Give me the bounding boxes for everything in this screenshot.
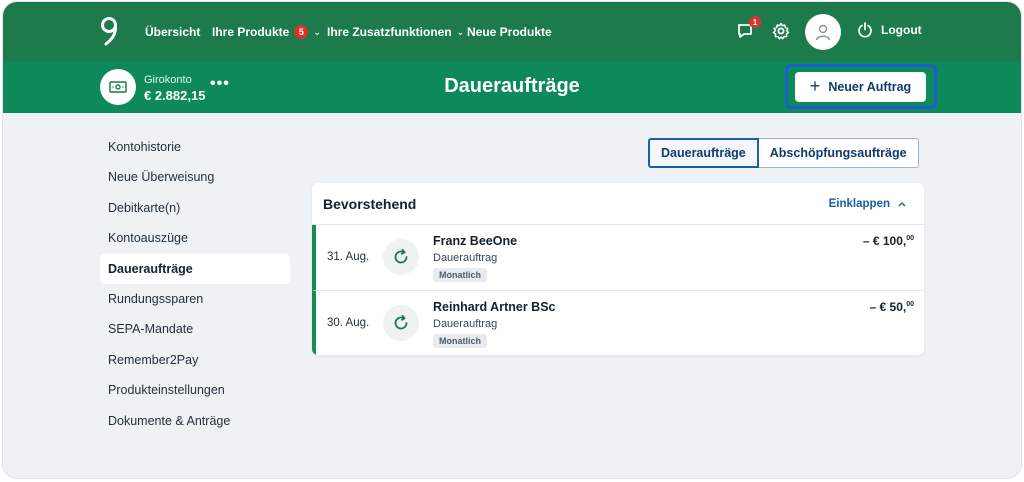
frequency-badge: Monatlich [433, 268, 487, 282]
recurring-arrow-icon [394, 248, 408, 264]
top-navigation: Übersicht Ihre Produkte 5 ⌄ Ihre Zusatzf… [3, 2, 1021, 61]
tab-sweep-orders[interactable]: Abschöpfungsaufträge [758, 138, 919, 168]
order-date: 31. Aug. [327, 251, 370, 263]
user-icon [815, 24, 831, 41]
collapse-label: Einklappen [828, 198, 890, 210]
nav-item-new-products[interactable]: Neue Produkte [467, 25, 552, 39]
notification-badge: 1 [749, 16, 761, 28]
order-type-tabs: Daueraufträge Abschöpfungsaufträge [648, 138, 919, 168]
settings-button[interactable] [772, 22, 790, 40]
nav-item-overview[interactable]: Übersicht [145, 25, 200, 39]
nav-item-products[interactable]: Ihre Produkte 5 ⌄ [212, 25, 321, 39]
amount-cents: 00 [906, 301, 914, 308]
list-item[interactable]: 30. Aug. Reinhard Artner BSc Dauerauftra… [312, 290, 924, 355]
amount-cents: 00 [906, 235, 914, 242]
user-avatar[interactable] [805, 14, 841, 50]
collapse-button[interactable]: Einklappen [829, 198, 906, 210]
chevron-down-icon: ⌄ [456, 26, 465, 37]
order-amount: – € 100,00 [863, 234, 914, 248]
new-order-label: Neuer Auftrag [828, 80, 912, 94]
nav-item-additional-functions[interactable]: Ihre Zusatzfunktionen ⌄ [327, 25, 464, 39]
tab-standing-orders[interactable]: Daueraufträge [648, 138, 759, 168]
plus-icon: + [809, 76, 821, 96]
upcoming-orders-card: Bevorstehend Einklappen 31. Aug. Franz B… [312, 183, 924, 355]
recurring-arrow-icon [394, 314, 408, 330]
sidebar-item-round-up-saving[interactable]: Rundungssparen [100, 284, 290, 314]
nav-item-label: Neue Produkte [467, 25, 552, 39]
order-type: Dauerauftrag [433, 252, 498, 264]
nav-item-label: Ihre Produkte [212, 25, 290, 39]
order-date: 30. Aug. [327, 317, 370, 329]
brand-logo-icon[interactable] [98, 16, 122, 48]
sidebar-item-statements[interactable]: Kontoauszüge [100, 223, 290, 253]
logout-label: Logout [881, 23, 922, 37]
recipient-name: Reinhard Artner BSc [433, 300, 556, 314]
sidebar-item-remember2pay[interactable]: Remember2Pay [100, 345, 290, 375]
card-title: Bevorstehend [323, 196, 417, 212]
logout-button[interactable]: Logout [857, 22, 922, 38]
sidebar-item-new-transfer[interactable]: Neue Überweisung [100, 162, 290, 192]
sidebar-menu: Kontohistorie Neue Überweisung Debitkart… [100, 132, 290, 436]
nav-item-label: Ihre Zusatzfunktionen [327, 25, 452, 39]
sidebar-item-account-history[interactable]: Kontohistorie [100, 132, 290, 162]
new-order-button[interactable]: + Neuer Auftrag [795, 72, 926, 102]
power-icon [858, 22, 872, 38]
sidebar-item-documents[interactable]: Dokumente & Anträge [100, 406, 290, 436]
sidebar-item-debit-cards[interactable]: Debitkarte(n) [100, 193, 290, 223]
app-frame: Übersicht Ihre Produkte 5 ⌄ Ihre Zusatzf… [3, 2, 1021, 478]
order-amount: – € 50,00 [870, 300, 915, 314]
list-item[interactable]: 31. Aug. Franz BeeOne Dauerauftrag Monat… [312, 225, 924, 290]
gear-icon [772, 22, 790, 40]
recurring-icon-circle [383, 305, 419, 341]
chevron-down-icon: ⌄ [313, 26, 321, 37]
products-count-badge: 5 [294, 25, 309, 39]
sidebar-item-standing-orders[interactable]: Daueraufträge [100, 253, 290, 284]
amount-main: – € 100, [862, 234, 907, 248]
amount-main: – € 50, [869, 300, 907, 314]
sidebar-item-sepa-mandates[interactable]: SEPA-Mandate [100, 314, 290, 344]
sidebar-item-product-settings[interactable]: Produkteinstellungen [100, 375, 290, 405]
frequency-badge: Monatlich [433, 334, 487, 348]
order-type: Dauerauftrag [433, 318, 498, 330]
recipient-name: Franz BeeOne [433, 234, 518, 248]
account-header: Girokonto € 2.882,15 ••• Daueraufträge +… [3, 61, 1021, 113]
card-header: Bevorstehend Einklappen [312, 183, 924, 225]
recurring-icon-circle [383, 239, 419, 275]
chevron-up-icon [898, 202, 906, 207]
nav-item-label: Übersicht [145, 25, 201, 39]
